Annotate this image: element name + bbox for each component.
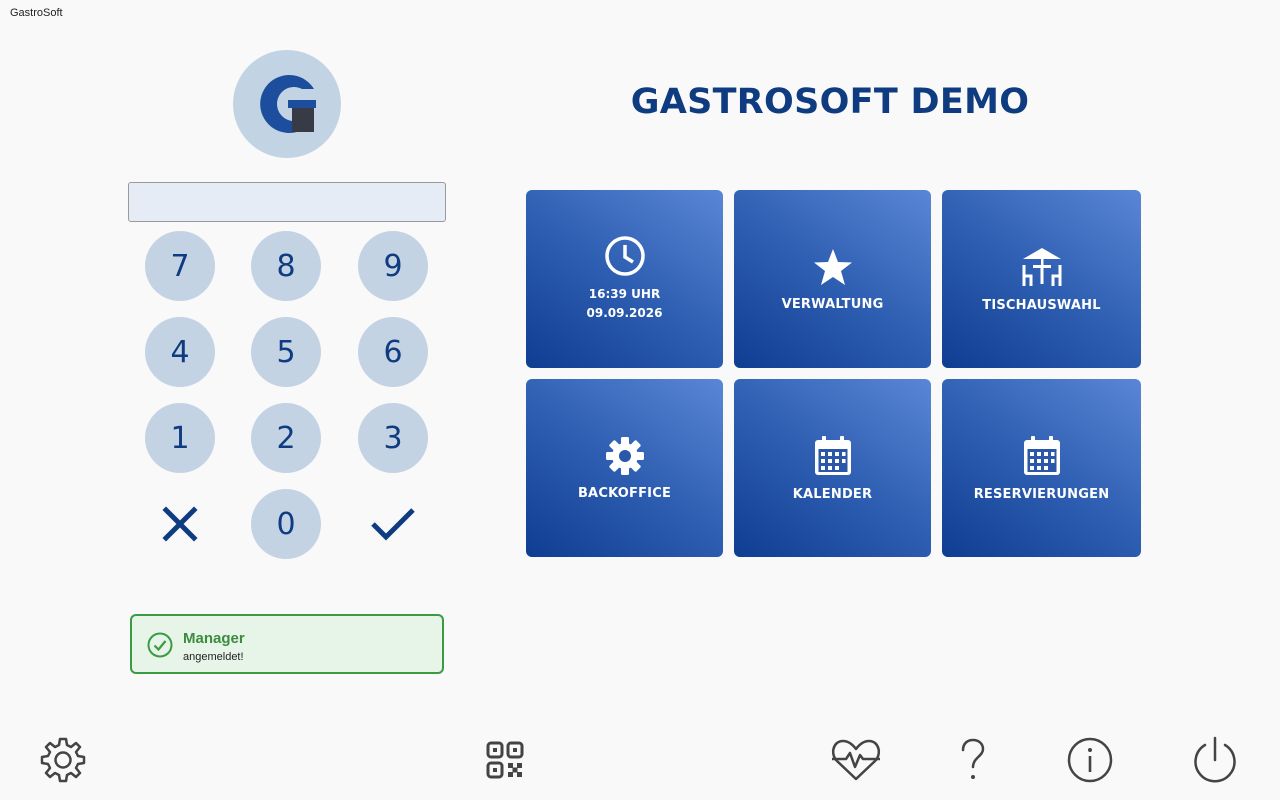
clock-time: 16:39 UHR — [588, 287, 661, 301]
checkmark-icon — [371, 508, 415, 541]
window-title: GastroSoft — [10, 7, 63, 19]
gastrosoft-logo-icon — [260, 75, 316, 133]
power-icon — [1194, 736, 1236, 783]
table-icon — [1022, 247, 1061, 286]
qr-code-button[interactable] — [479, 734, 531, 786]
key-3[interactable]: 3 — [358, 403, 428, 473]
heartbeat-icon — [831, 739, 881, 781]
tile-kalender-label: KALENDER — [792, 486, 873, 502]
qr-code-icon — [486, 741, 524, 779]
key-2[interactable]: 2 — [251, 403, 321, 473]
power-button[interactable] — [1189, 734, 1241, 786]
star-icon — [813, 248, 852, 285]
status-title: Manager — [183, 630, 245, 647]
confirm-button[interactable] — [358, 489, 428, 559]
gear-icon — [605, 436, 644, 475]
app-logo — [233, 50, 341, 158]
tile-kalender[interactable]: KALENDER — [734, 379, 931, 557]
settings-icon — [40, 737, 86, 783]
tile-tischauswahl[interactable]: TISCHAUSWAHL — [942, 190, 1141, 368]
info-icon — [1067, 737, 1113, 783]
cancel-button[interactable] — [145, 489, 215, 559]
key-9[interactable]: 9 — [358, 231, 428, 301]
login-status-toast: Manager angemeldet! — [130, 614, 444, 674]
page-title: GASTROSOFT DEMO — [630, 82, 1030, 122]
clock-icon — [604, 236, 645, 276]
key-0[interactable]: 0 — [251, 489, 321, 559]
health-button[interactable] — [830, 734, 882, 786]
key-4[interactable]: 4 — [145, 317, 215, 387]
status-message: angemeldet! — [183, 651, 244, 663]
calendar-icon — [814, 435, 851, 475]
key-8[interactable]: 8 — [251, 231, 321, 301]
tile-tischauswahl-label: TISCHAUSWAHL — [982, 297, 1101, 313]
tile-backoffice-label: BACKOFFICE — [577, 485, 672, 501]
help-button[interactable] — [947, 734, 999, 786]
clock-date: 09.09.2026 — [586, 306, 663, 320]
settings-button[interactable] — [37, 734, 89, 786]
key-1[interactable]: 1 — [145, 403, 215, 473]
tile-verwaltung-label: VERWALTUNG — [781, 296, 884, 312]
info-button[interactable] — [1064, 734, 1116, 786]
key-7[interactable]: 7 — [145, 231, 215, 301]
tile-backoffice[interactable]: BACKOFFICE — [526, 379, 723, 557]
key-6[interactable]: 6 — [358, 317, 428, 387]
pin-input[interactable] — [128, 182, 446, 222]
tile-verwaltung[interactable]: VERWALTUNG — [734, 190, 931, 368]
help-icon — [961, 738, 985, 779]
tile-reservierungen-label: RESERVIERUNGEN — [973, 486, 1110, 502]
tile-reservierungen[interactable]: RESERVIERUNGEN — [942, 379, 1141, 557]
key-5[interactable]: 5 — [251, 317, 321, 387]
close-icon — [162, 506, 198, 542]
success-check-icon — [147, 632, 173, 658]
tile-clock[interactable]: 16:39 UHR 09.09.2026 — [526, 190, 723, 368]
calendar-icon — [1023, 435, 1060, 475]
